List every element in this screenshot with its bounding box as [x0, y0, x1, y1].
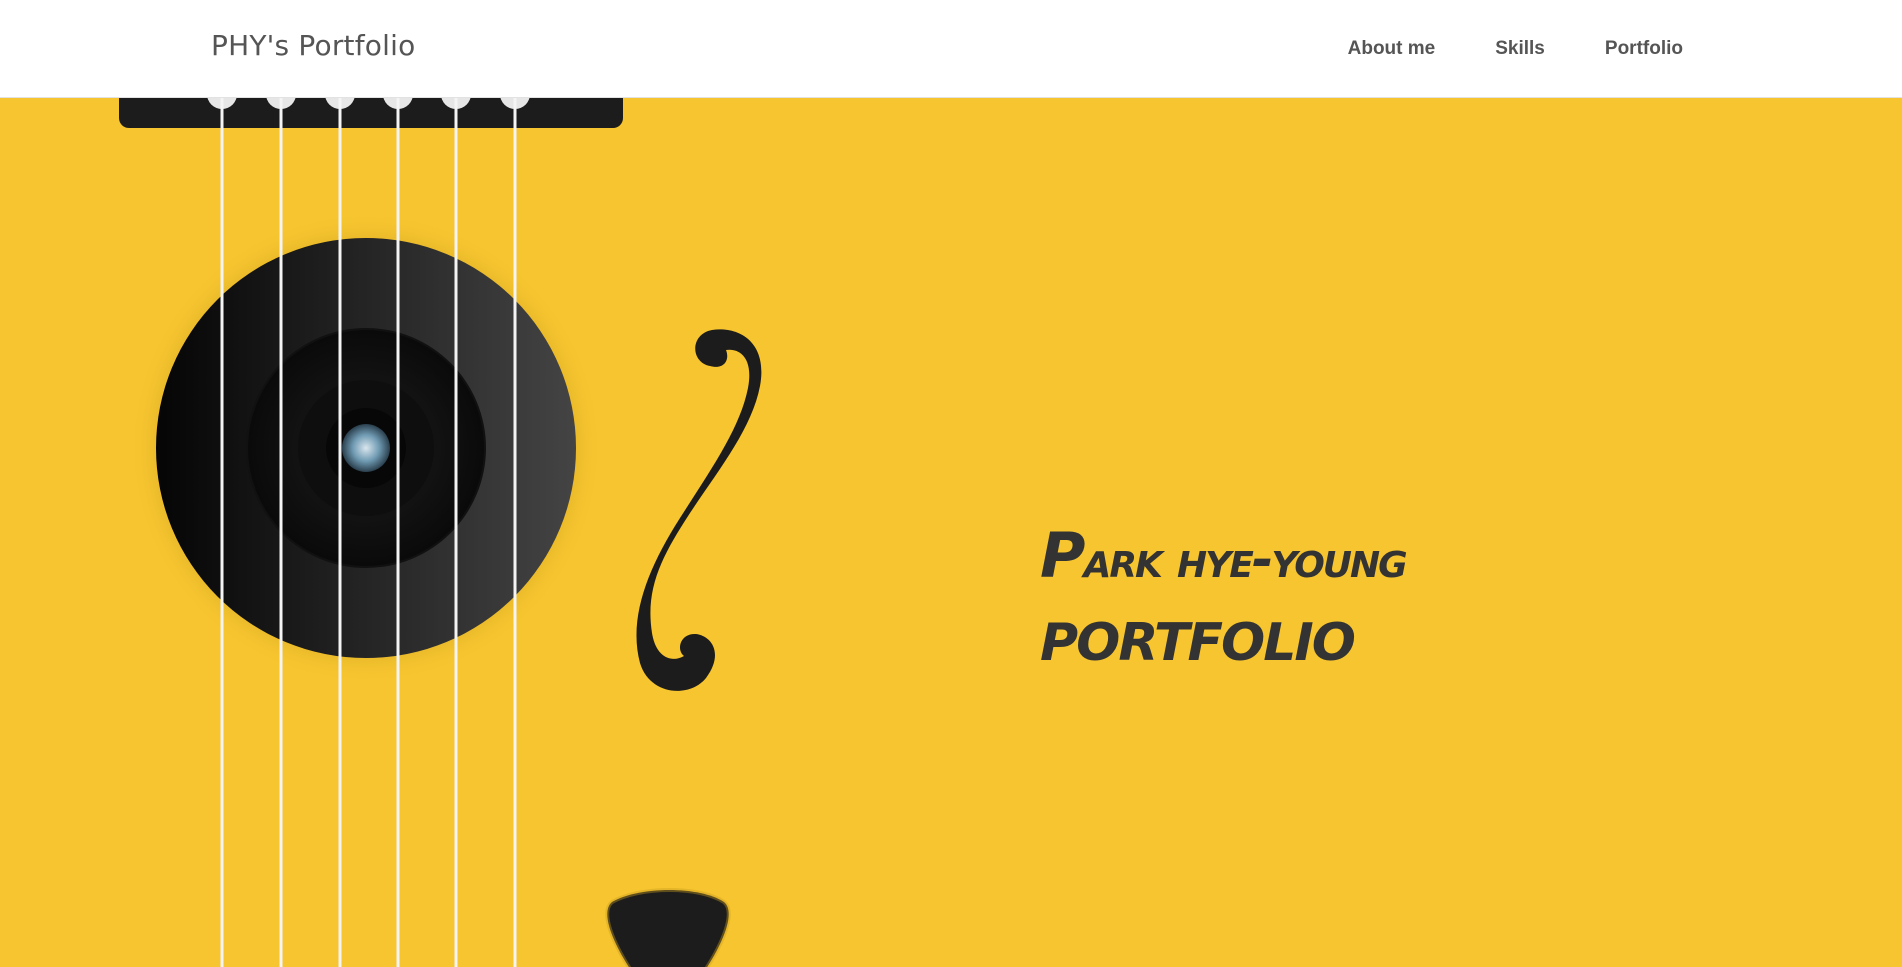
- guitar-sound-hole-icon: [130, 212, 602, 684]
- guitar-nut: [119, 98, 623, 128]
- main-nav: About me Skills Portfolio: [1288, 38, 1683, 60]
- hero-title-line2: PORTFOLIO: [1040, 613, 1356, 673]
- brand-logo[interactable]: PHY's Portfolio: [211, 29, 415, 62]
- hero-title-line1: Park hye-young: [1040, 503, 1408, 591]
- f-hole-icon: [636, 329, 762, 691]
- hero-title-initial: P: [1040, 495, 1085, 598]
- hero-section: Park hye-young PORTFOLIO: [0, 98, 1902, 967]
- hero-title: Park hye-young PORTFOLIO: [1040, 503, 1408, 673]
- guitar-illustration: [119, 98, 762, 967]
- nav-item-about-me[interactable]: About me: [1348, 38, 1436, 60]
- guitar-pick-icon: [605, 888, 731, 967]
- nav-item-skills[interactable]: Skills: [1495, 38, 1545, 60]
- nav-item-portfolio[interactable]: Portfolio: [1605, 38, 1683, 60]
- hero-title-rest: ark hye-young: [1083, 530, 1407, 590]
- site-header: PHY's Portfolio About me Skills Portfoli…: [0, 0, 1902, 98]
